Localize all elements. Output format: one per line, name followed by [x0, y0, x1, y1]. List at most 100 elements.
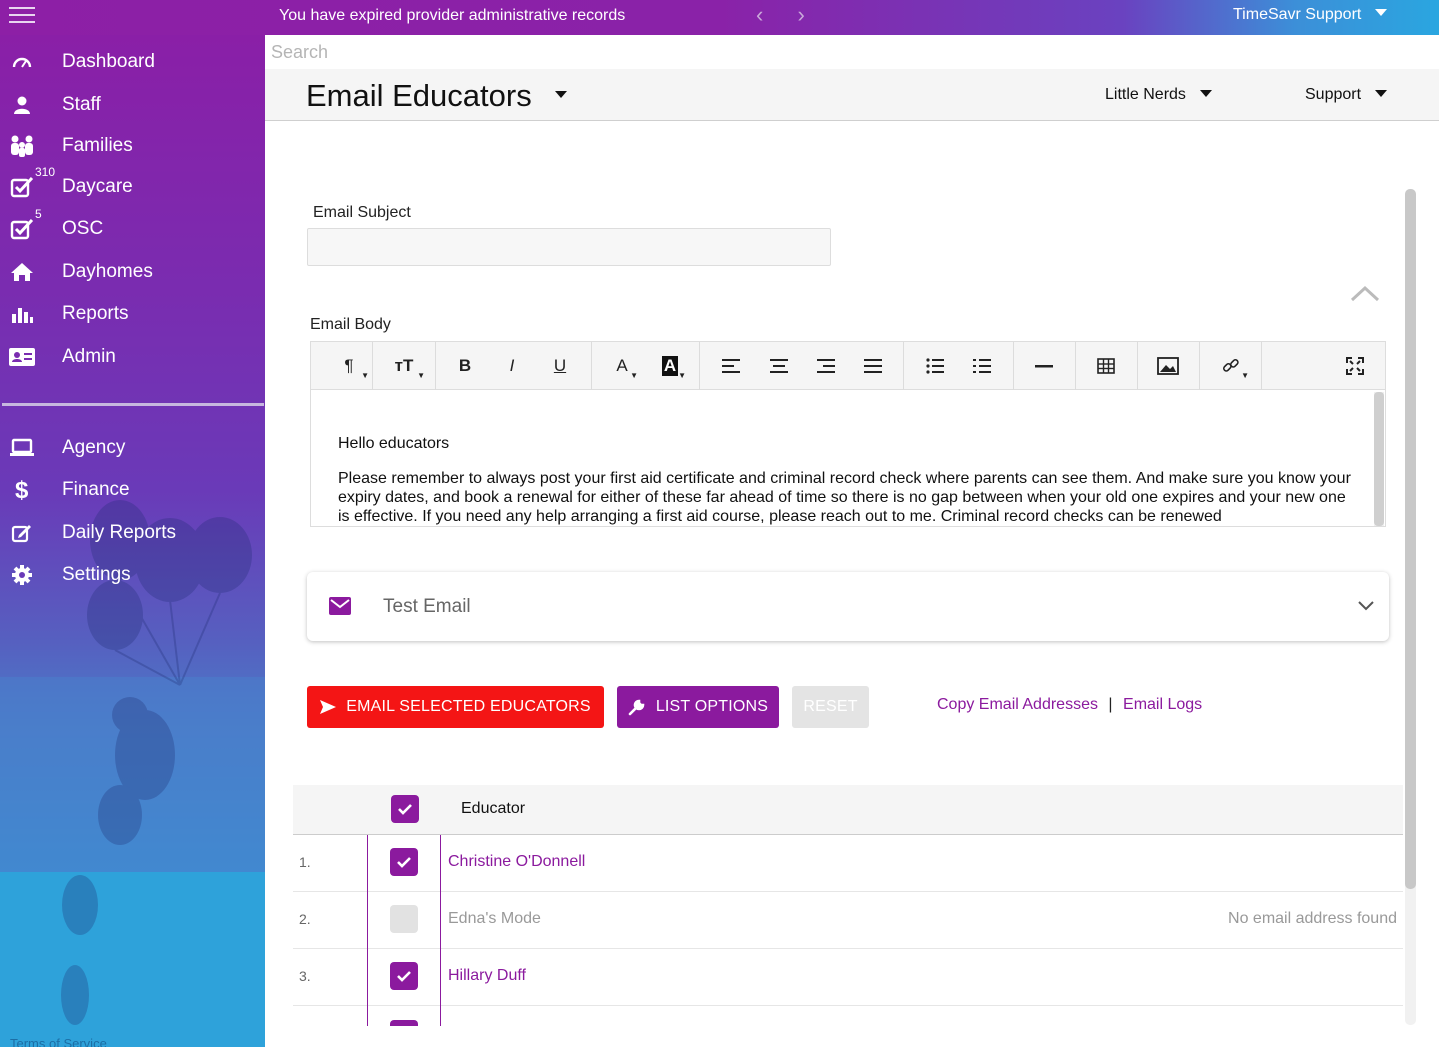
- support-dropdown[interactable]: Support: [1305, 86, 1388, 104]
- sidebar-item-families[interactable]: Families: [0, 126, 265, 166]
- link-button[interactable]: ▼: [1211, 342, 1251, 390]
- bold-icon: B: [458, 356, 472, 375]
- horizontal-line-button[interactable]: [1026, 342, 1062, 390]
- row-checkbox[interactable]: [390, 848, 418, 876]
- editor-scrollbar[interactable]: [1374, 392, 1384, 526]
- sidebar-item-dashboard[interactable]: Dashboard: [0, 42, 265, 82]
- table-row-partial: [293, 1006, 1403, 1026]
- row-number: 3.: [299, 968, 311, 984]
- main-scrollbar-thumb[interactable]: [1405, 189, 1416, 889]
- paragraph-icon: ¶: [344, 356, 354, 375]
- reset-button[interactable]: RESET: [792, 686, 869, 728]
- gear-icon: [0, 564, 44, 586]
- align-center-button[interactable]: [761, 342, 797, 390]
- background-color-icon: A: [661, 356, 679, 376]
- terms-of-service-link[interactable]: Terms of Service: [10, 1036, 107, 1047]
- select-all-checkbox[interactable]: [391, 795, 419, 823]
- sidebar-item-reports[interactable]: Reports: [0, 294, 265, 334]
- sidebar-item-label: Daily Reports: [62, 522, 177, 543]
- search-input[interactable]: [265, 35, 1439, 69]
- email-subject-input[interactable]: [307, 228, 831, 266]
- fullscreen-button[interactable]: [1337, 342, 1373, 390]
- toolbar-separator: [1261, 342, 1262, 390]
- row-checkbox[interactable]: [390, 1020, 418, 1026]
- row-checkbox[interactable]: [390, 962, 418, 990]
- sidebar-item-daycare[interactable]: 310 Daycare: [0, 165, 265, 207]
- educator-column-header[interactable]: Educator: [461, 800, 525, 818]
- checkmark-icon: [397, 971, 411, 982]
- editor-content[interactable]: Hello educators Please remember to alway…: [338, 434, 1353, 542]
- sidebar-item-dayhomes[interactable]: Dayhomes: [0, 252, 265, 292]
- main-scrollbar[interactable]: [1405, 189, 1416, 1025]
- editor-scrollbar-thumb[interactable]: [1374, 392, 1384, 526]
- send-icon: [320, 700, 337, 714]
- user-menu[interactable]: TimeSavr Support: [1233, 6, 1388, 24]
- column-divider: [367, 835, 368, 892]
- align-justify-button[interactable]: [855, 342, 891, 390]
- top-bar: You have expired provider administrative…: [0, 0, 1439, 35]
- bullet-list-icon: [926, 358, 944, 374]
- caret-down-icon: [1375, 90, 1388, 97]
- sidebar: Dashboard Staff Families 310 Daycare 5 O…: [0, 35, 265, 1047]
- sidebar-item-settings[interactable]: Settings: [0, 555, 265, 595]
- column-divider: [367, 1006, 368, 1026]
- editor-paragraph: Hello educators: [338, 435, 450, 452]
- educator-name-link[interactable]: Edna's Mode: [448, 910, 541, 928]
- horizontal-line-icon: [1035, 365, 1053, 368]
- sidebar-item-label: OSC: [62, 218, 104, 239]
- sidebar-item-staff[interactable]: Staff: [0, 85, 265, 125]
- column-divider: [440, 835, 441, 892]
- email-selected-educators-button[interactable]: EMAIL SELECTED EDUCATORS: [307, 686, 604, 728]
- org-dropdown[interactable]: Little Nerds: [1105, 86, 1212, 104]
- align-right-button[interactable]: [808, 342, 844, 390]
- table-button[interactable]: [1088, 342, 1124, 390]
- test-email-label: Test Email: [383, 596, 471, 617]
- expired-records-message[interactable]: You have expired provider administrative…: [279, 7, 625, 25]
- italic-button[interactable]: I: [494, 342, 530, 390]
- button-label: RESET: [803, 698, 858, 715]
- message-nav-arrows[interactable]: ‹ ›: [756, 2, 819, 28]
- checkbox-icon: [0, 218, 44, 240]
- underline-button[interactable]: U: [542, 342, 578, 390]
- ordered-list-button[interactable]: [964, 342, 1000, 390]
- italic-icon: I: [509, 356, 515, 375]
- test-email-accordion[interactable]: Test Email: [307, 572, 1389, 641]
- sidebar-item-admin[interactable]: Admin: [0, 337, 265, 377]
- align-right-icon: [817, 359, 835, 373]
- unordered-list-button[interactable]: [917, 342, 953, 390]
- bold-button[interactable]: B: [447, 342, 483, 390]
- background-color-button[interactable]: A ▼: [652, 342, 688, 390]
- sidebar-item-osc[interactable]: 5 OSC: [0, 207, 265, 249]
- hamburger-menu-icon[interactable]: [9, 7, 35, 27]
- support-dropdown-label: Support: [1305, 86, 1362, 103]
- chevron-up-icon[interactable]: [1350, 283, 1380, 303]
- align-left-button[interactable]: [713, 342, 749, 390]
- title-caret-down-icon[interactable]: [555, 91, 567, 98]
- action-links: Copy Email Addresses | Email Logs: [937, 696, 1202, 714]
- toolbar-separator: [699, 342, 700, 390]
- paragraph-format-button[interactable]: ¶ ▼: [327, 342, 371, 390]
- sidebar-divider: [2, 403, 264, 406]
- sidebar-item-finance[interactable]: $ Finance: [0, 470, 265, 510]
- sidebar-item-agency[interactable]: Agency: [0, 428, 265, 468]
- toolbar-separator: [1013, 342, 1014, 390]
- image-button[interactable]: [1150, 342, 1186, 390]
- educator-name-link[interactable]: Hillary Duff: [448, 967, 526, 985]
- font-size-button[interactable]: тT ▼: [381, 342, 427, 390]
- text-color-button[interactable]: A ▼: [604, 342, 640, 390]
- sidebar-item-daily-reports[interactable]: Daily Reports: [0, 513, 265, 553]
- align-left-icon: [722, 359, 740, 373]
- rich-text-editor: ¶ ▼ тT ▼ B I U A ▼ A ▼ ▼ Hello educators Ple…: [310, 341, 1386, 527]
- toolbar-separator: [1199, 342, 1200, 390]
- educator-name-link[interactable]: Christine O'Donnell: [448, 853, 585, 871]
- email-logs-link[interactable]: Email Logs: [1123, 696, 1202, 713]
- list-options-button[interactable]: LIST OPTIONS: [617, 686, 779, 728]
- row-checkbox[interactable]: [390, 905, 418, 933]
- edit-icon: [0, 523, 44, 543]
- osc-count-badge: 5: [35, 207, 42, 221]
- fullscreen-icon: [1346, 357, 1364, 375]
- copy-email-addresses-link[interactable]: Copy Email Addresses: [937, 696, 1098, 713]
- envelope-icon: [329, 597, 351, 615]
- checkbox-icon: [0, 176, 44, 198]
- table-row: 2. Edna's Mode No email address found: [293, 892, 1403, 949]
